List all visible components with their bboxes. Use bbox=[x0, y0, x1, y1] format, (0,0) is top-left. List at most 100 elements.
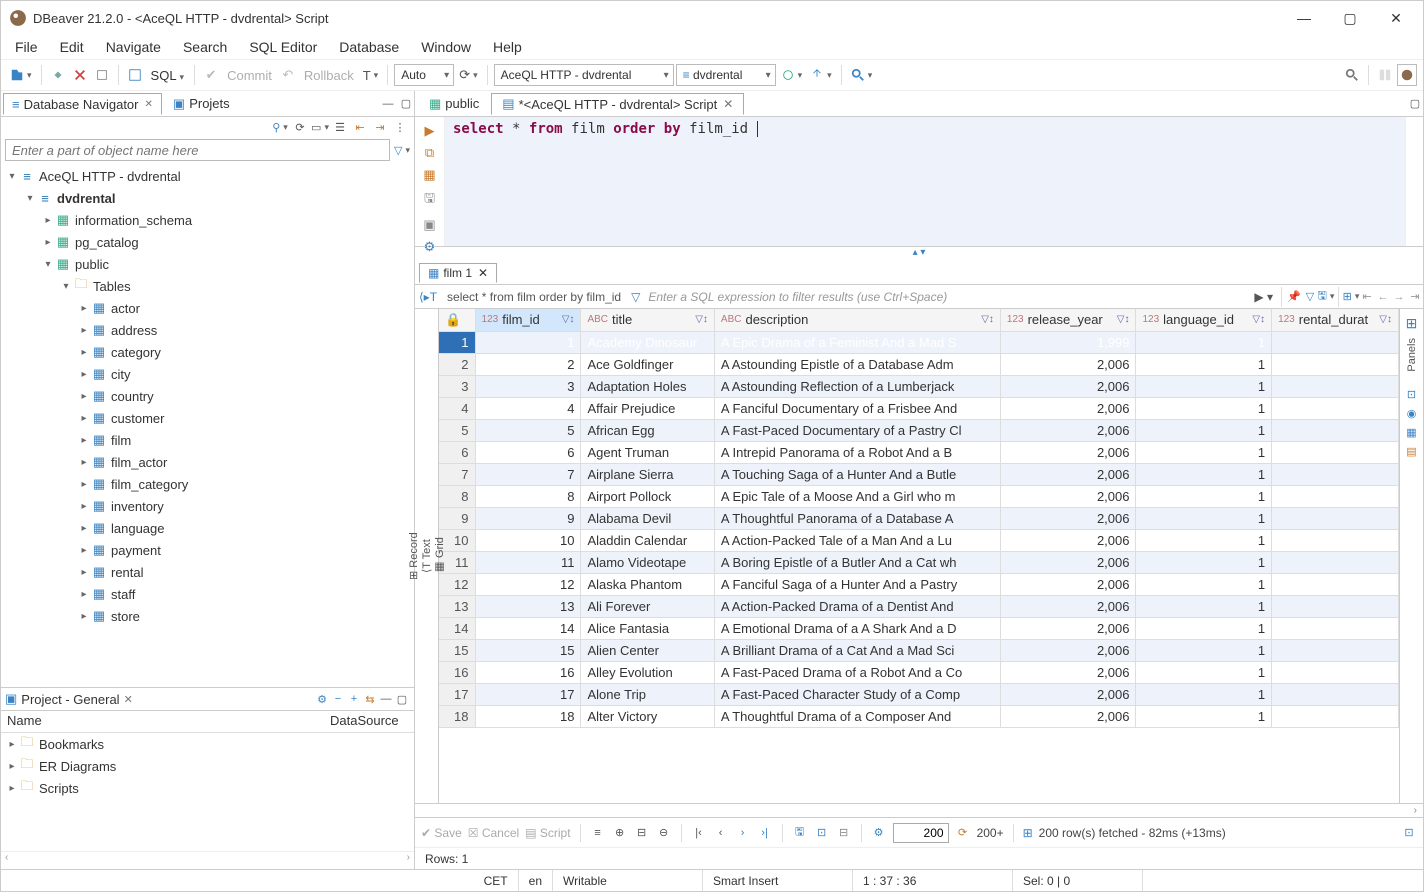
tree-table[interactable]: ▸▦store bbox=[1, 605, 414, 627]
minus-icon[interactable]: − bbox=[330, 691, 346, 707]
table-row[interactable]: 99Alabama DevilA Thoughtful Panorama of … bbox=[439, 507, 1399, 529]
table-row[interactable]: 22Ace GoldfingerA Astounding Epistle of … bbox=[439, 353, 1399, 375]
tree-table[interactable]: ▸▦city bbox=[1, 363, 414, 385]
project-col-name[interactable]: Name bbox=[1, 711, 324, 732]
first-icon[interactable]: ⇤ bbox=[1359, 289, 1375, 305]
column-header[interactable]: 123release_year▽↕ bbox=[1000, 309, 1136, 331]
close-tab-icon[interactable]: ✕ bbox=[145, 99, 153, 110]
filter-icon[interactable]: ☰ bbox=[332, 119, 348, 135]
column-header[interactable]: 123film_id▽↕ bbox=[475, 309, 581, 331]
close-button[interactable]: ✕ bbox=[1373, 2, 1419, 34]
plus-icon[interactable]: + bbox=[346, 691, 362, 707]
link-icon[interactable]: ⇥ bbox=[372, 119, 388, 135]
invalidate-icon[interactable] bbox=[92, 64, 112, 86]
filter-input[interactable]: Enter a SQL expression to filter results… bbox=[644, 290, 1250, 304]
tab-script[interactable]: ▤*<AceQL HTTP - dvdrental> Script✕ bbox=[491, 93, 744, 115]
add-row-icon[interactable]: ⊕ bbox=[612, 825, 628, 841]
tree-table[interactable]: ▸▦actor bbox=[1, 297, 414, 319]
connect-icon[interactable] bbox=[48, 64, 68, 86]
table-row[interactable]: 1414Alice FantasiaA Emotional Drama of a… bbox=[439, 617, 1399, 639]
search-icon[interactable] bbox=[848, 64, 876, 86]
tree-database[interactable]: ▾≡dvdrental bbox=[1, 187, 414, 209]
run-script-icon[interactable]: ⧉ bbox=[425, 145, 434, 161]
sql-label[interactable]: SQL bbox=[147, 68, 189, 83]
export-icon[interactable]: 🖫 bbox=[792, 825, 808, 841]
panels-label[interactable]: Panels bbox=[1406, 338, 1418, 372]
table-row[interactable]: 1515Alien CenterA Brilliant Drama of a C… bbox=[439, 639, 1399, 661]
tree-table[interactable]: ▸▦film_category bbox=[1, 473, 414, 495]
prev-icon[interactable]: ← bbox=[1375, 289, 1391, 305]
table-row[interactable]: 66Agent TrumanA Intrepid Panorama of a R… bbox=[439, 441, 1399, 463]
tab-public[interactable]: ▦public bbox=[419, 93, 489, 115]
navigator-filter-input[interactable] bbox=[5, 139, 390, 161]
edit-icon[interactable]: ≡ bbox=[590, 825, 606, 841]
nav-last-icon[interactable]: ›| bbox=[757, 825, 773, 841]
database-select[interactable]: ≡ dvdrental bbox=[676, 64, 776, 86]
data-table[interactable]: 🔒123film_id▽↕ABCtitle▽↕ABCdescription▽↕1… bbox=[439, 309, 1399, 728]
panels-toggle-icon[interactable]: ⊞ bbox=[1406, 315, 1418, 332]
nav-prev-icon[interactable]: ‹ bbox=[713, 825, 729, 841]
table-row[interactable]: 1717Alone TripA Fast-Paced Character Stu… bbox=[439, 683, 1399, 705]
max-results-icon[interactable]: ⊡ bbox=[1401, 825, 1417, 841]
rollback-label[interactable]: Rollback bbox=[300, 68, 358, 83]
perspective-icon[interactable] bbox=[1375, 64, 1395, 86]
result-tab-film[interactable]: ▦film 1✕ bbox=[419, 263, 497, 283]
del-row-icon[interactable]: ⊖ bbox=[656, 825, 672, 841]
tree-table[interactable]: ▸▦category bbox=[1, 341, 414, 363]
tab-database-navigator[interactable]: ≡ Database Navigator✕ bbox=[3, 93, 162, 115]
last-icon[interactable]: ⇥ bbox=[1407, 289, 1423, 305]
project-item[interactable]: ▸🗀ER Diagrams bbox=[1, 755, 414, 777]
table-row[interactable]: 33Adaptation HolesA Astounding Reflectio… bbox=[439, 375, 1399, 397]
project-item[interactable]: ▸🗀Bookmarks bbox=[1, 733, 414, 755]
maximize-button[interactable]: ▢ bbox=[1327, 2, 1373, 34]
refresh-icon[interactable]: ⟳ bbox=[292, 119, 308, 135]
open-sql-icon[interactable]: ▭ bbox=[312, 119, 328, 135]
dup-row-icon[interactable]: ⊟ bbox=[634, 825, 650, 841]
menu-navigate[interactable]: Navigate bbox=[98, 37, 169, 57]
nav-next-icon[interactable]: › bbox=[735, 825, 751, 841]
record-mode[interactable]: ⊞ Record bbox=[407, 309, 420, 803]
table-row[interactable]: 1010Aladdin CalendarA Action-Packed Tale… bbox=[439, 529, 1399, 551]
table-row[interactable]: 1818Alter VictoryA Thoughtful Drama of a… bbox=[439, 705, 1399, 727]
tree-table[interactable]: ▸▦film bbox=[1, 429, 414, 451]
menu-window[interactable]: Window bbox=[413, 37, 479, 57]
max-editor-icon[interactable]: ▢ bbox=[1407, 96, 1423, 112]
tx-mode-icon[interactable]: T bbox=[360, 64, 381, 86]
commit-icon[interactable]: ✔ bbox=[201, 64, 221, 86]
tree-table[interactable]: ▸▦address bbox=[1, 319, 414, 341]
quick-access-icon[interactable] bbox=[1342, 64, 1362, 86]
sql-code-area[interactable]: select * from film order by film_id bbox=[445, 117, 1405, 246]
import-icon[interactable]: ⊡ bbox=[814, 825, 830, 841]
funnel2-icon[interactable]: ▽ bbox=[1302, 289, 1318, 305]
link2-icon[interactable]: ⇆ bbox=[362, 691, 378, 707]
next-icon[interactable]: → bbox=[1391, 289, 1407, 305]
save-button[interactable]: ✔ Save bbox=[421, 826, 462, 840]
grid-mode[interactable]: ▦ Grid bbox=[433, 309, 446, 803]
schema-icon[interactable] bbox=[778, 64, 806, 86]
explain-icon[interactable]: ▦ bbox=[423, 167, 435, 183]
column-header[interactable]: 123language_id▽↕ bbox=[1136, 309, 1272, 331]
ref-icon[interactable]: ⊟ bbox=[836, 825, 852, 841]
load-icon[interactable]: ▣ bbox=[423, 217, 435, 233]
new-connection-icon[interactable] bbox=[7, 64, 35, 86]
cancel-button[interactable]: ☒ Cancel bbox=[468, 826, 519, 840]
table-row[interactable]: 77Airplane SierraA Touching Saga of a Hu… bbox=[439, 463, 1399, 485]
export-icon[interactable]: 🖫 bbox=[424, 189, 435, 211]
tree-connection[interactable]: ▾≡AceQL HTTP - dvdrental bbox=[1, 165, 414, 187]
menu-help[interactable]: Help bbox=[485, 37, 530, 57]
settings2-icon[interactable]: ⚙ bbox=[871, 825, 887, 841]
tree-table[interactable]: ▸▦language bbox=[1, 517, 414, 539]
commit-label[interactable]: Commit bbox=[223, 68, 276, 83]
min2-icon[interactable]: — bbox=[378, 691, 394, 707]
fetch-count-input[interactable] bbox=[893, 823, 949, 843]
filter-funnel-icon[interactable]: ▽ bbox=[394, 142, 410, 158]
table-row[interactable]: 1111Alamo VideotapeA Boring Epistle of a… bbox=[439, 551, 1399, 573]
val-icon[interactable]: ⊡ bbox=[1407, 388, 1416, 401]
menu-search[interactable]: Search bbox=[175, 37, 235, 57]
menu-edit[interactable]: Edit bbox=[52, 37, 92, 57]
menu-sqleditor[interactable]: SQL Editor bbox=[241, 37, 325, 57]
table-row[interactable]: 44Affair PrejudiceA Fanciful Documentary… bbox=[439, 397, 1399, 419]
tree-tables-folder[interactable]: ▾🗀Tables bbox=[1, 275, 414, 297]
table-row[interactable]: 1212Alaska PhantomA Fanciful Saga of a H… bbox=[439, 573, 1399, 595]
pin-icon[interactable]: 📌 bbox=[1286, 289, 1302, 305]
